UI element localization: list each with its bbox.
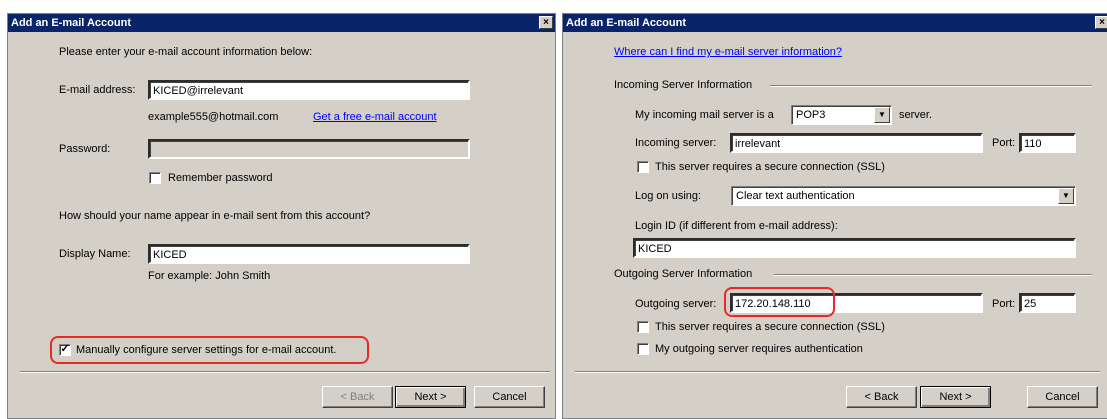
email-example: example555@hotmail.com [148,111,279,123]
cancel-button[interactable]: Cancel [1027,386,1098,408]
login-id-label: Login ID (if different from e-mail addre… [635,220,838,232]
outgoing-port-field[interactable]: 25 [1019,293,1076,313]
back-button[interactable]: < Back [846,386,917,408]
server-suffix: server. [899,109,933,121]
chevron-down-icon[interactable]: ▼ [874,107,890,123]
free-account-link[interactable]: Get a free e-mail account [313,111,437,124]
server-type-select[interactable]: POP3 ▼ [791,105,892,125]
chevron-down-icon[interactable]: ▼ [1058,188,1074,204]
intro-text: Please enter your e-mail account informa… [59,46,313,58]
logon-select[interactable]: Clear text authentication ▼ [731,186,1076,206]
dialog-title: Add an E-mail Account [563,14,1107,32]
logon-label: Log on using: [635,190,702,202]
server-type-label: My incoming mail server is a [635,109,774,121]
incoming-server-field[interactable]: irrelevant [730,133,983,153]
separator [774,274,1092,276]
outgoing-auth-label: My outgoing server requires authenticati… [655,343,863,355]
incoming-ssl-checkbox[interactable] [637,161,649,173]
next-button[interactable]: Next > [395,386,466,408]
separator [575,371,1100,373]
close-icon[interactable]: × [1095,16,1107,29]
close-icon[interactable]: × [539,16,553,29]
incoming-server-label: Incoming server: [635,137,717,149]
email-field[interactable]: KICED@irrelevant [148,80,470,100]
separator [770,85,1092,87]
server-info-link[interactable]: Where can I find my e-mail server inform… [614,46,842,59]
separator [20,371,550,373]
add-email-dialog-left: Add an E-mail Account × Please enter you… [7,13,556,419]
next-button[interactable]: Next > [920,386,991,408]
login-id-field[interactable]: KICED [633,238,1076,258]
logon-value: Clear text authentication [736,190,855,202]
password-label: Password: [59,143,111,155]
dialog-title: Add an E-mail Account [8,14,555,32]
email-label: E-mail address: [59,84,136,96]
outgoing-ssl-label: This server requires a secure connection… [655,321,885,333]
display-name-label: Display Name: [59,248,131,260]
incoming-port-label: Port: [992,137,1016,149]
manual-config-checkbox[interactable]: ✓ [59,344,71,356]
password-field[interactable] [148,139,470,159]
outgoing-server-label: Outgoing server: [635,298,717,310]
outgoing-auth-checkbox[interactable] [637,343,649,355]
remember-password-checkbox[interactable] [149,172,161,184]
server-type-value: POP3 [796,109,826,121]
outgoing-port-label: Port: [992,298,1016,310]
outgoing-ssl-checkbox[interactable] [637,321,649,333]
incoming-port-field[interactable]: 110 [1019,133,1076,153]
add-email-dialog-right: Add an E-mail Account × Where can I find… [562,13,1107,419]
highlight-circle [724,287,835,317]
manual-config-label: Manually configure server settings for e… [76,344,337,356]
display-name-example: For example: John Smith [148,270,271,282]
name-question: How should your name appear in e-mail se… [59,210,371,222]
cancel-button[interactable]: Cancel [474,386,545,408]
remember-password-label: Remember password [168,172,273,184]
incoming-section-title: Incoming Server Information [614,79,753,91]
display-name-field[interactable]: KICED [148,244,470,264]
outgoing-section-title: Outgoing Server Information [614,268,753,280]
back-button[interactable]: < Back [322,386,393,408]
incoming-ssl-label: This server requires a secure connection… [655,161,885,173]
